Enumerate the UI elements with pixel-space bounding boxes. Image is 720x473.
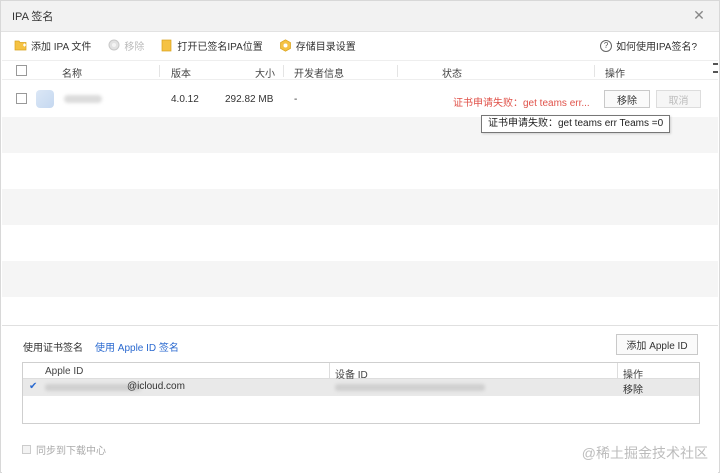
column-divider (283, 65, 284, 77)
open-signed-location-button[interactable]: 打开已签名IPA位置 (160, 38, 263, 53)
apple-id-email-suffix: @icloud.com (127, 381, 185, 392)
title-bar: IPA 签名 ✕ (1, 1, 719, 32)
watermark: @稀土掘金技术社区 (581, 445, 708, 461)
row-remove-button[interactable]: 移除 (604, 90, 650, 108)
column-divider (594, 65, 595, 77)
select-all-checkbox[interactable] (16, 65, 27, 76)
close-icon[interactable]: ✕ (691, 7, 707, 23)
device-id-redacted (335, 384, 485, 391)
ipa-sign-window: IPA 签名 ✕ 添加 IPA 文件 移除 打开已签名IPA位置 存储目录设置 … (0, 0, 720, 473)
empty-row (2, 261, 718, 297)
col-apple-id: Apple ID (45, 366, 84, 377)
status-tooltip: 证书申请失败：get teams err Teams =0 (481, 115, 671, 133)
tab-cert-sign[interactable]: 使用证书签名 (23, 339, 83, 354)
add-folder-icon (14, 39, 27, 52)
app-size: 292.82 MB (225, 94, 274, 105)
row-checkbox[interactable] (16, 93, 27, 104)
col-size: 大小 (255, 69, 275, 80)
remove-button[interactable]: 移除 (107, 38, 144, 53)
column-divider (159, 65, 160, 77)
table-header: 名称 版本 大小 开发者信息 状态 操作 (2, 60, 718, 80)
apple-id-table-header: Apple ID 设备 ID 操作 (23, 363, 699, 381)
help-icon: ? (600, 39, 613, 52)
add-ipa-button[interactable]: 添加 IPA 文件 (14, 38, 91, 53)
app-name-redacted (64, 95, 102, 103)
toolbar: 添加 IPA 文件 移除 打开已签名IPA位置 存储目录设置 ? 如何使用IPA… (1, 32, 719, 58)
col-actions: 操作 (605, 69, 625, 80)
apple-id-remove-link[interactable]: 移除 (623, 381, 643, 396)
empty-row (2, 297, 718, 324)
status-text: 证书申请失败：get teams err... (453, 98, 590, 109)
help-link[interactable]: ? 如何使用IPA签名? (600, 38, 697, 53)
signing-tabs: 使用证书签名 使用 Apple ID 签名 (23, 339, 191, 354)
signing-panel: 使用证书签名 使用 Apple ID 签名 添加 Apple ID Apple … (2, 325, 718, 473)
storage-settings-button[interactable]: 存储目录设置 (279, 38, 356, 53)
row-cancel-button[interactable]: 取消 (656, 90, 701, 108)
col-status: 状态 (442, 69, 462, 80)
empty-row (2, 153, 718, 189)
storage-settings-label: 存储目录设置 (295, 41, 356, 53)
open-signed-label: 打开已签名IPA位置 (177, 41, 263, 53)
col-version: 版本 (171, 69, 191, 80)
col-developer: 开发者信息 (294, 69, 344, 80)
col-name: 名称 (62, 69, 82, 80)
column-divider (397, 65, 398, 77)
help-label: 如何使用IPA签名? (616, 42, 697, 53)
add-apple-id-button[interactable]: 添加 Apple ID (616, 334, 698, 355)
remove-label: 移除 (124, 41, 145, 53)
empty-row (23, 396, 699, 414)
sync-option[interactable]: 同步到下载中心 (22, 442, 106, 457)
remove-icon (107, 39, 120, 52)
empty-row (2, 189, 718, 225)
selected-check-icon: ✔ (29, 381, 38, 392)
app-icon (36, 90, 54, 108)
add-ipa-label: 添加 IPA 文件 (31, 41, 92, 53)
table-row: 4.0.12 292.82 MB - 证书申请失败：get teams err.… (2, 81, 718, 117)
app-version: 4.0.12 (171, 94, 199, 105)
table-row[interactable]: ✔ @icloud.com 移除 (23, 379, 699, 396)
app-developer: - (294, 94, 298, 105)
window-title: IPA 签名 (12, 11, 54, 23)
sync-checkbox[interactable] (22, 445, 31, 454)
tab-apple-id-sign[interactable]: 使用 Apple ID 签名 (95, 339, 179, 354)
apple-id-table: Apple ID 设备 ID 操作 ✔ @icloud.com 移除 (22, 362, 700, 424)
sync-label: 同步到下载中心 (36, 446, 106, 457)
folder-icon (160, 39, 173, 52)
gear-icon (279, 38, 292, 52)
empty-row (2, 225, 718, 261)
